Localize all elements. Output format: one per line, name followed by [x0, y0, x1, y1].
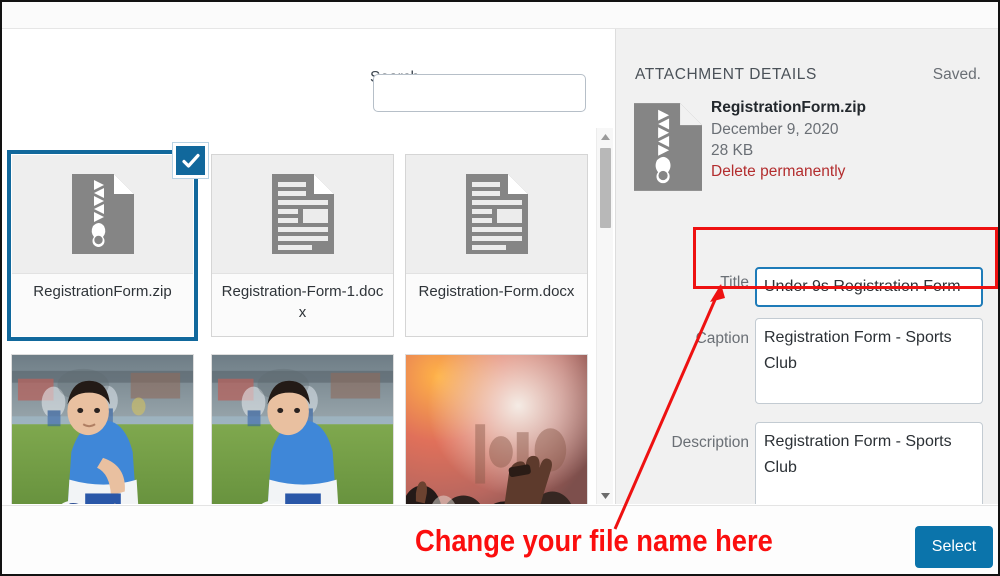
attachment-tile-image-2[interactable] [211, 354, 394, 504]
attachment-filename: RegistrationForm.zip [711, 99, 867, 116]
attachment-tile-docx-2[interactable]: Registration-Form.docx [405, 154, 588, 337]
attachment-details-panel: ATTACHMENT DETAILS Saved. RegistrationFo… [615, 29, 998, 504]
description-label: Description [671, 434, 749, 451]
scroll-down-icon[interactable] [597, 487, 614, 504]
zip-file-icon [12, 155, 193, 273]
attachment-filesize: 28 KB [711, 142, 754, 159]
document-file-icon [406, 155, 587, 273]
saved-status: Saved. [932, 66, 981, 83]
image-thumbnail [11, 354, 194, 504]
file-tile-body: RegistrationForm.zip [11, 154, 194, 337]
attachment-date: December 9, 2020 [711, 121, 839, 138]
title-input[interactable] [755, 267, 983, 307]
search-area: Search [2, 29, 613, 121]
file-name-label: RegistrationForm.zip [12, 273, 193, 336]
attachment-metadata: RegistrationForm.zip December 9, 2020 28… [711, 99, 866, 181]
description-textarea[interactable] [755, 422, 983, 504]
scroll-up-icon[interactable] [597, 128, 614, 145]
media-browser: Search [2, 29, 613, 504]
file-tile-body: Registration-Form.docx [405, 154, 588, 337]
attachment-zip-icon [634, 103, 702, 191]
attachment-details-heading: ATTACHMENT DETAILS [635, 66, 817, 83]
title-field-row: Title [616, 254, 998, 316]
checkmark-icon [173, 143, 208, 178]
file-name-label: Registration-Form-1.docx [212, 273, 393, 336]
document-file-icon [212, 155, 393, 273]
attachment-tile-image-3[interactable] [405, 354, 588, 504]
annotation-callout-text: Change your file name here [415, 523, 773, 558]
caption-field-row: Caption [616, 318, 998, 414]
caption-label: Caption [695, 330, 749, 347]
file-name-label: Registration-Form.docx [406, 273, 587, 336]
description-field-row: Description [616, 422, 998, 504]
image-thumbnail [405, 354, 588, 504]
attachment-grid: RegistrationForm.zip Registration-Form-1… [2, 128, 598, 504]
attachment-tile-image-1[interactable] [11, 354, 194, 504]
delete-permanently-link[interactable]: Delete permanently [711, 163, 866, 181]
select-button[interactable]: Select [915, 526, 993, 568]
scrollbar-thumb[interactable] [600, 148, 611, 228]
attachment-tile-zip[interactable]: RegistrationForm.zip [7, 143, 208, 341]
media-library-modal: Search [0, 0, 1000, 576]
grid-scrollbar[interactable] [596, 128, 613, 504]
attachment-tile-docx-1[interactable]: Registration-Form-1.docx [211, 154, 394, 337]
image-thumbnail [211, 354, 394, 504]
file-tile-body: Registration-Form-1.docx [211, 154, 394, 337]
search-input[interactable] [373, 74, 586, 112]
caption-textarea[interactable] [755, 318, 983, 404]
title-label: Title [720, 274, 749, 291]
modal-top-strip [2, 2, 998, 29]
